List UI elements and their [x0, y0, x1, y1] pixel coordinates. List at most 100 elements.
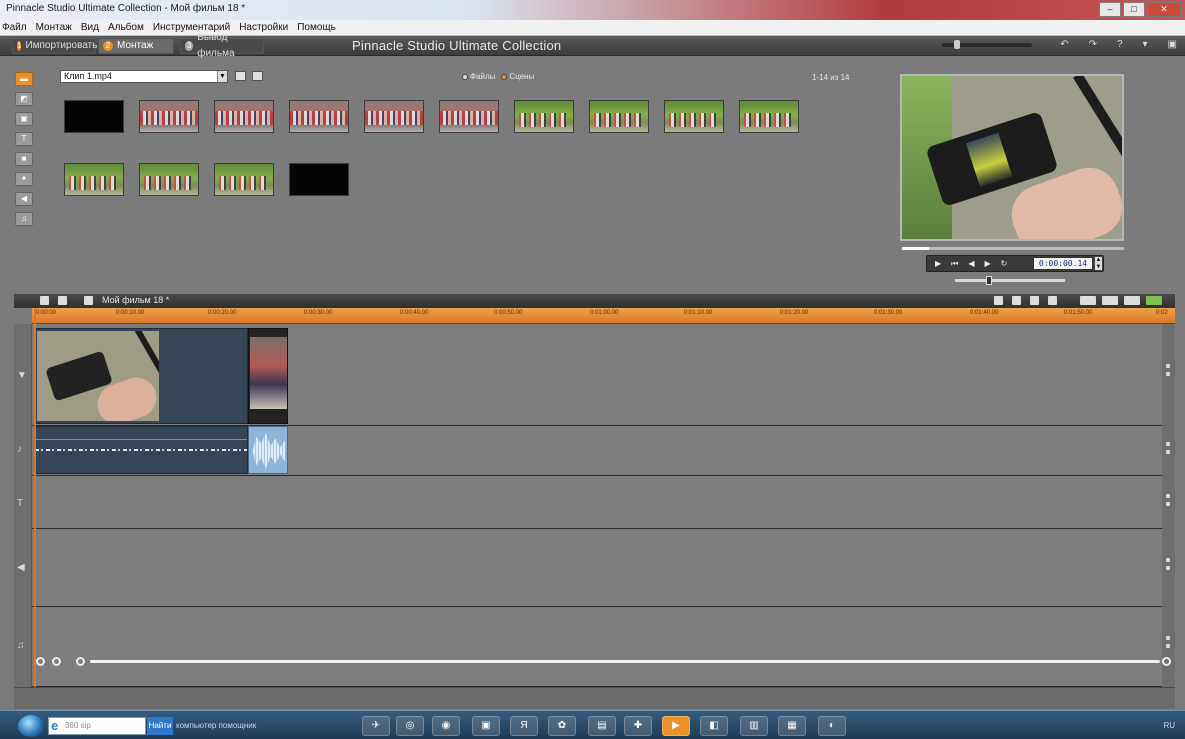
timecode-spinner[interactable]: ▲ ▼	[1094, 256, 1103, 271]
master-volume-knob[interactable]	[954, 40, 960, 49]
taskbar-search-input[interactable]: e 360 sip	[48, 717, 146, 735]
scene-thumbnail[interactable]	[664, 100, 724, 133]
video-clips-tool-icon[interactable]: ▬	[15, 72, 33, 86]
video-clip[interactable]	[34, 328, 248, 424]
zoom-out-icon[interactable]	[36, 657, 45, 666]
video-track-icon[interactable]: ▼	[17, 370, 27, 381]
album-file-select[interactable]: Клип 1.mp4 ▼	[60, 70, 228, 83]
scroll-end-icon[interactable]	[1162, 657, 1171, 666]
pinnacle-taskbar-icon[interactable]: ▶	[662, 716, 690, 736]
redo-icon[interactable]: ↷	[1089, 39, 1097, 50]
pinned-app-icon[interactable]: ◧	[700, 716, 728, 736]
timecode-field[interactable]: 0:00:00.14	[1033, 257, 1093, 270]
pinned-app-icon[interactable]: ▣	[472, 716, 500, 736]
scene-thumbnail[interactable]	[64, 100, 124, 133]
undo-icon[interactable]: ↶	[1060, 39, 1068, 50]
step-forward-icon[interactable]: ▶	[985, 259, 991, 268]
menu-album[interactable]: Альбом	[108, 20, 144, 35]
photos-tool-icon[interactable]: ▣	[15, 112, 33, 126]
menu-help[interactable]: Помощь	[297, 20, 336, 35]
timeline-view-icon[interactable]	[1080, 296, 1096, 305]
menu-edit[interactable]: Монтаж	[36, 20, 72, 35]
scene-thumbnail[interactable]	[739, 100, 799, 133]
scroll-start-icon[interactable]	[76, 657, 85, 666]
scene-thumbnail[interactable]	[439, 100, 499, 133]
maximize-button[interactable]: □	[1123, 2, 1145, 17]
start-button-icon[interactable]	[18, 715, 44, 737]
view-files-radio[interactable]: Файлы	[462, 72, 495, 81]
video-clip[interactable]	[248, 328, 288, 424]
scene-thumbnail[interactable]	[289, 163, 349, 196]
system-tray[interactable]: RU	[1163, 721, 1175, 730]
pinned-app-icon[interactable]: ✈	[362, 716, 390, 736]
effects-tool-icon[interactable]: ✦	[15, 172, 33, 186]
pin-icon[interactable]: ▾	[1143, 39, 1148, 50]
pinned-app-icon[interactable]: ◎	[396, 716, 424, 736]
fullscreen-icon[interactable]: ▣	[1168, 39, 1177, 50]
music-tool-icon[interactable]: ♫	[15, 212, 33, 226]
scene-thumbnail[interactable]	[364, 100, 424, 133]
preview-volume-slider[interactable]	[955, 276, 1065, 285]
audio-clip[interactable]	[34, 426, 248, 474]
audio-clip-selected[interactable]	[248, 426, 288, 474]
timeline-playhead[interactable]	[34, 308, 36, 692]
step-back-icon[interactable]: ◀	[968, 259, 974, 268]
taskbar-find-button[interactable]: Найти	[147, 717, 173, 735]
tab-import[interactable]: 1 Импортировать	[12, 38, 97, 54]
text-view-icon[interactable]	[1124, 296, 1140, 305]
chrome-icon[interactable]: ◉	[432, 716, 460, 736]
pinned-app-icon[interactable]: ✿	[548, 716, 576, 736]
marker-icon[interactable]	[994, 296, 1003, 305]
pinned-app-icon[interactable]: ▦	[778, 716, 806, 736]
sound-effects-track[interactable]	[32, 529, 1162, 607]
pinned-app-icon[interactable]: ✚	[624, 716, 652, 736]
preview-volume-knob[interactable]	[986, 276, 993, 285]
help-icon[interactable]: ?	[1117, 39, 1123, 50]
play-icon[interactable]: ▶	[935, 259, 941, 268]
folder-icon[interactable]	[252, 71, 263, 81]
folder-taskbar-icon[interactable]: ▤	[588, 716, 616, 736]
split-icon[interactable]	[1012, 296, 1021, 305]
zoom-in-icon[interactable]	[52, 657, 61, 666]
title-track-icon[interactable]: T	[17, 498, 23, 509]
tab-export[interactable]: 3 Вывод фильма	[180, 32, 264, 59]
scene-thumbnail[interactable]	[64, 163, 124, 196]
go-start-icon[interactable]: ⏮	[951, 259, 958, 269]
pinned-app-icon[interactable]: ▥	[740, 716, 768, 736]
title-track[interactable]	[32, 476, 1162, 529]
titles-tool-icon[interactable]: T	[15, 132, 33, 146]
audio-track-icon[interactable]: ♪	[17, 444, 22, 455]
menu-file[interactable]: Файл	[2, 20, 27, 35]
scissors-icon[interactable]	[84, 296, 93, 305]
delete-icon[interactable]	[1030, 296, 1039, 305]
loop-icon[interactable]: ↻	[1001, 259, 1008, 268]
menu-view[interactable]: Вид	[81, 20, 99, 35]
scene-thumbnail[interactable]	[514, 100, 574, 133]
view-scenes-radio[interactable]: Сцены	[501, 72, 534, 81]
scene-thumbnail[interactable]	[139, 100, 199, 133]
scene-thumbnail[interactable]	[139, 163, 199, 196]
scene-thumbnail[interactable]	[214, 163, 274, 196]
speaker-icon[interactable]	[58, 296, 67, 305]
timeline-ruler[interactable]: 0:00:00 0:00:10.00 0:00:20.00 0:00:30.00…	[32, 308, 1175, 324]
preview-scrubber[interactable]	[902, 247, 1124, 250]
tab-edit[interactable]: 2 Монтаж	[98, 38, 174, 54]
music-track-icon[interactable]: ♫	[17, 640, 25, 651]
scene-thumbnail[interactable]	[214, 100, 274, 133]
trash-icon[interactable]	[1048, 296, 1057, 305]
yandex-icon[interactable]: Я	[510, 716, 538, 736]
storyboard-icon[interactable]	[1102, 296, 1118, 305]
sound-effects-tool-icon[interactable]: ◀	[15, 192, 33, 206]
preview-player[interactable]	[900, 74, 1124, 241]
music-track[interactable]	[32, 607, 1162, 687]
timeline-horizontal-scrollbar[interactable]	[90, 660, 1160, 663]
storyboard-view-icon[interactable]	[40, 296, 49, 305]
scene-detect-icon[interactable]	[235, 71, 246, 81]
sound-effects-track-icon[interactable]: ◀	[17, 562, 25, 573]
close-button[interactable]: ✕	[1147, 2, 1181, 17]
scene-thumbnail[interactable]	[589, 100, 649, 133]
transitions-tool-icon[interactable]: ◩	[15, 92, 33, 106]
audio-volume-line[interactable]	[35, 439, 247, 440]
menus-tool-icon[interactable]: ■	[15, 152, 33, 166]
pinned-app-icon[interactable]: ◐	[818, 716, 846, 736]
